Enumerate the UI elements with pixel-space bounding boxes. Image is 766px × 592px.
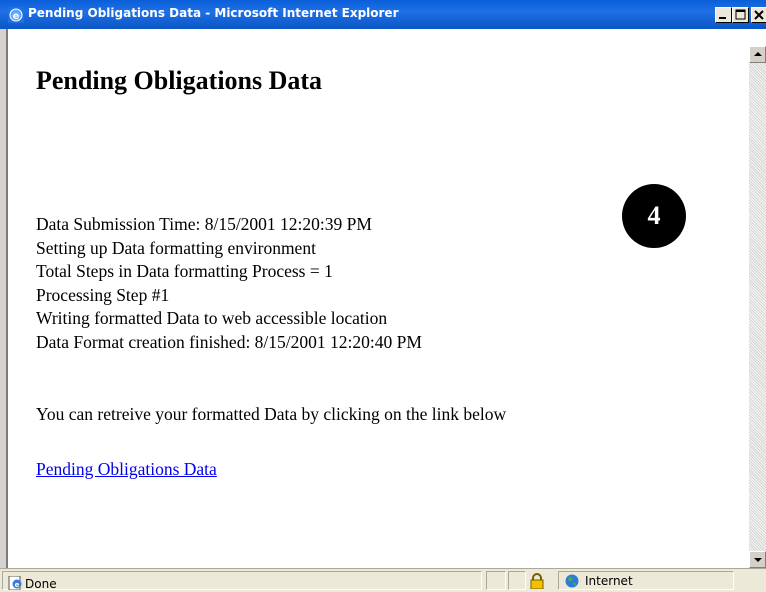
page-content: Pending Obligations Data 4 Data Submissi…: [18, 29, 749, 568]
maximize-button[interactable]: [732, 7, 749, 23]
minimize-button[interactable]: [715, 7, 732, 23]
content-border-left: [6, 29, 17, 568]
log-line: Data Submission Time: 8/15/2001 12:20:39…: [36, 214, 372, 234]
arrow-down-icon: [754, 558, 762, 562]
security-zone-label: Internet: [585, 574, 633, 588]
scroll-down-button[interactable]: [749, 551, 766, 568]
window-title: Pending Obligations Data - Microsoft Int…: [28, 6, 399, 20]
pending-obligations-data-link[interactable]: Pending Obligations Data: [36, 459, 217, 480]
status-cell: [486, 571, 506, 590]
status-text: Done: [25, 577, 57, 591]
window-controls: [715, 7, 766, 23]
scroll-corner: [749, 29, 766, 46]
scroll-track[interactable]: [749, 46, 766, 568]
processing-log: Data Submission Time: 8/15/2001 12:20:39…: [36, 213, 422, 354]
scroll-up-button[interactable]: [749, 46, 766, 63]
arrow-up-icon: [754, 52, 762, 56]
step-number-badge: 4: [622, 184, 686, 248]
close-button[interactable]: [751, 7, 766, 23]
log-line: Data Format creation finished: 8/15/2001…: [36, 331, 422, 352]
log-line: Processing Step #1: [36, 284, 170, 305]
lock-icon: [530, 573, 544, 589]
page-title: Pending Obligations Data: [36, 66, 323, 95]
globe-icon: [565, 574, 579, 588]
close-icon: [754, 10, 764, 20]
svg-text:e: e: [15, 581, 20, 589]
svg-text:e: e: [13, 11, 20, 22]
status-cell: [508, 571, 526, 590]
status-pane: e Done: [2, 571, 482, 591]
page-icon: e: [8, 576, 22, 590]
vertical-scrollbar[interactable]: [749, 46, 766, 568]
ie-icon: e: [8, 7, 24, 23]
retrieve-instruction: You can retreive your formatted Data by …: [36, 404, 507, 424]
log-line: Writing formatted Data to web accessible…: [36, 308, 388, 328]
maximize-icon: [735, 9, 746, 20]
log-line: Total Steps in Data formatting Process =…: [36, 261, 333, 281]
minimize-icon: [719, 17, 726, 19]
title-bar[interactable]: e Pending Obligations Data - Microsoft I…: [0, 0, 766, 29]
log-line: Setting up Data formatting environment: [36, 237, 316, 258]
status-bar: e Done Internet: [0, 568, 766, 592]
